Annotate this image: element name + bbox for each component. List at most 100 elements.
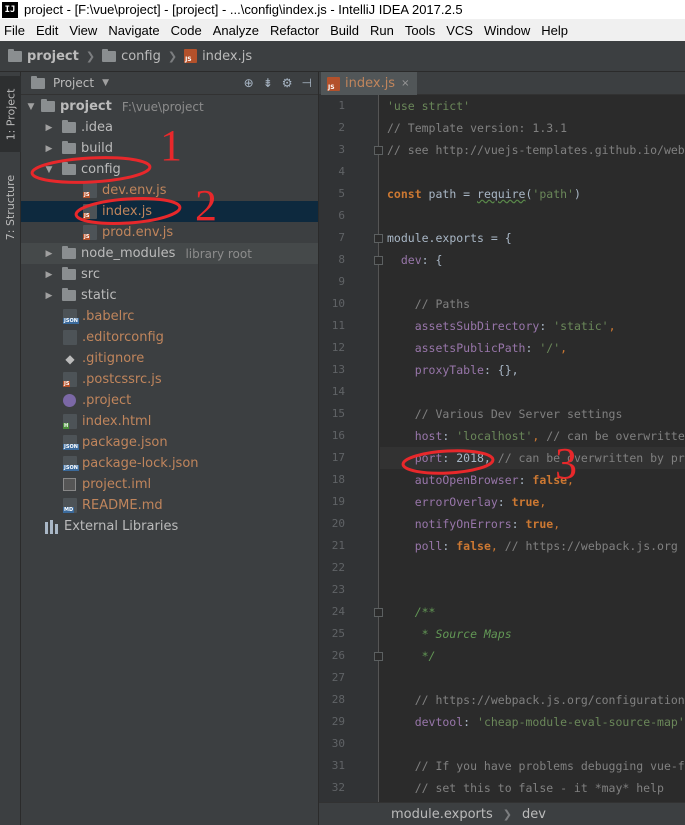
menu-run[interactable]: Run [370, 23, 394, 38]
code-token: // Template version: 1.3.1 [387, 121, 568, 135]
menu-navigate[interactable]: Navigate [108, 23, 159, 38]
fold-marker-icon[interactable] [374, 234, 383, 243]
menu-refactor[interactable]: Refactor [270, 23, 319, 38]
menu-view[interactable]: View [69, 23, 97, 38]
code-line-5[interactable]: const path = require('path') [387, 183, 581, 205]
tree-node-postcssrc-js[interactable]: JS .postcssrc.js [21, 369, 318, 390]
code-line-11[interactable]: assetsSubDirectory: 'static', [387, 315, 616, 337]
tree-node-prod-env-js[interactable]: JS prod.env.js [21, 222, 318, 243]
menu-edit[interactable]: Edit [36, 23, 58, 38]
menu-window[interactable]: Window [484, 23, 530, 38]
tree-node-node-modules[interactable]: ▶ node_modules library root [21, 243, 318, 264]
code-line-7[interactable]: module.exports = { [387, 227, 512, 249]
menu-file[interactable]: File [4, 23, 25, 38]
tree-node-label: node_modules [81, 246, 176, 261]
nav-crumb-config[interactable]: config [102, 48, 161, 64]
collapse-arrow-icon[interactable]: ▶ [43, 123, 55, 133]
tree-node-config[interactable]: ▼ config [21, 159, 318, 180]
tool-tab-project[interactable]: 1: Project [0, 76, 21, 152]
code-line-15[interactable]: // Various Dev Server settings [387, 403, 623, 425]
code-line-1[interactable]: 'use strict' [387, 95, 470, 117]
scroll-from-source-icon[interactable]: ⊕ [244, 76, 254, 90]
code-line-21[interactable]: poll: false, // https://webpack.js.org [387, 535, 678, 557]
code-token: true [525, 517, 554, 531]
tool-tab-structure[interactable]: 7: Structure [0, 162, 21, 252]
tree-node-package-lock-json[interactable]: JSON package-lock.json [21, 453, 318, 474]
breadcrumb-item-dev[interactable]: dev [522, 807, 546, 822]
tree-node-index-js[interactable]: JS index.js [21, 201, 318, 222]
code-line-16[interactable]: host: 'localhost', // can be overwritte [387, 425, 685, 447]
project-view-selector[interactable]: Project [53, 76, 94, 90]
code-line-20[interactable]: notifyOnErrors: true, [387, 513, 560, 535]
dropdown-arrow-icon[interactable]: ▼ [102, 78, 109, 88]
line-number: 3 [338, 143, 345, 156]
code-line-30[interactable]: devtool: 'cheap-module-eval-source-map' [387, 711, 685, 733]
tree-node-readme-md[interactable]: MD README.md [21, 495, 318, 516]
tree-node-build[interactable]: ▶ build [21, 138, 318, 159]
menu-tools[interactable]: Tools [405, 23, 435, 38]
code-line-13[interactable]: proxyTable: {}, [387, 359, 519, 381]
fold-marker-icon[interactable] [374, 256, 383, 265]
code-line-18[interactable]: autoOpenBrowser: false, [387, 469, 574, 491]
tree-node-project-file[interactable]: .project [21, 390, 318, 411]
code-token: */ [387, 649, 436, 663]
editor-tab-index-js[interactable]: index.js × [321, 72, 418, 95]
menu-analyze[interactable]: Analyze [213, 23, 259, 38]
collapse-arrow-icon[interactable]: ▶ [43, 291, 55, 301]
code-line-3[interactable]: // see http://vuejs-templates.github.io/… [387, 139, 685, 161]
code-line-12[interactable]: assetsPublicPath: '/', [387, 337, 567, 359]
tree-node-package-json[interactable]: JSON package.json [21, 432, 318, 453]
collapse-arrow-icon[interactable]: ▶ [43, 249, 55, 259]
tree-node-babelrc[interactable]: JSON .babelrc [21, 306, 318, 327]
code-line-27[interactable]: */ [387, 645, 436, 667]
menu-help[interactable]: Help [541, 23, 568, 38]
code-token: : [442, 539, 457, 553]
code-line-8[interactable]: dev: { [387, 249, 443, 271]
tree-node-dev-env-js[interactable]: JS dev.env.js [21, 180, 318, 201]
code-token: dev [387, 253, 422, 267]
code-line-32[interactable]: // set this to false - it *may* help [387, 777, 664, 799]
breadcrumb-item-module-exports[interactable]: module.exports [391, 807, 493, 822]
collapse-arrow-icon[interactable]: ▶ [43, 144, 55, 154]
code-line-29[interactable]: // https://webpack.js.org/configuration [387, 689, 685, 711]
gear-icon[interactable]: ⚙ [282, 76, 293, 90]
code-line-25[interactable]: /** [387, 601, 436, 623]
tree-node-index-html[interactable]: H index.html [21, 411, 318, 432]
code-line-17[interactable]: port: 2018, // can be overwritten by pr [387, 447, 685, 469]
collapse-arrow-icon[interactable]: ▶ [43, 270, 55, 280]
code-line-19[interactable]: errorOverlay: true, [387, 491, 547, 513]
close-icon[interactable]: × [401, 78, 409, 89]
nav-crumb-project[interactable]: project [8, 48, 79, 64]
collapse-all-icon[interactable]: ⇟ [263, 76, 273, 90]
nav-crumb-index-js[interactable]: index.js [184, 49, 252, 64]
code-token: devtool [387, 715, 464, 729]
code-line-26[interactable]: * Source Maps [387, 623, 512, 645]
expand-arrow-icon[interactable]: ▼ [25, 102, 37, 112]
tree-node-project[interactable]: ▼ project F:\vue\project [21, 96, 318, 117]
code-line-2[interactable]: // Template version: 1.3.1 [387, 117, 567, 139]
folder-icon [62, 162, 76, 175]
tree-node-src[interactable]: ▶ src [21, 264, 318, 285]
fold-marker-icon[interactable] [374, 608, 383, 617]
tree-node-project-iml[interactable]: project.iml [21, 474, 318, 495]
json-file-icon: JSON [63, 435, 79, 450]
line-number: 14 [331, 385, 345, 398]
fold-marker-icon[interactable] [374, 652, 383, 661]
code-line-31[interactable]: // If you have problems debugging vue-f [387, 755, 685, 777]
code-token: , [553, 517, 561, 531]
tree-node-editorconfig[interactable]: .editorconfig [21, 327, 318, 348]
code-token: true [511, 495, 540, 509]
menu-vcs[interactable]: VCS [446, 23, 473, 38]
tree-node-static[interactable]: ▶ static [21, 285, 318, 306]
hide-panel-icon[interactable]: ⊣ [302, 76, 312, 90]
menu-build[interactable]: Build [330, 23, 359, 38]
menu-code[interactable]: Code [171, 23, 202, 38]
tree-node-idea[interactable]: ▶ .idea [21, 117, 318, 138]
tree-node-external-libraries[interactable]: External Libraries [21, 516, 318, 537]
line-number: 5 [338, 187, 345, 200]
code-line-10[interactable]: // Paths [387, 293, 470, 315]
code-token: , [560, 341, 568, 355]
expand-arrow-icon[interactable]: ▼ [43, 165, 55, 175]
fold-marker-icon[interactable] [374, 146, 383, 155]
tree-node-gitignore[interactable]: ◆ .gitignore [21, 348, 318, 369]
